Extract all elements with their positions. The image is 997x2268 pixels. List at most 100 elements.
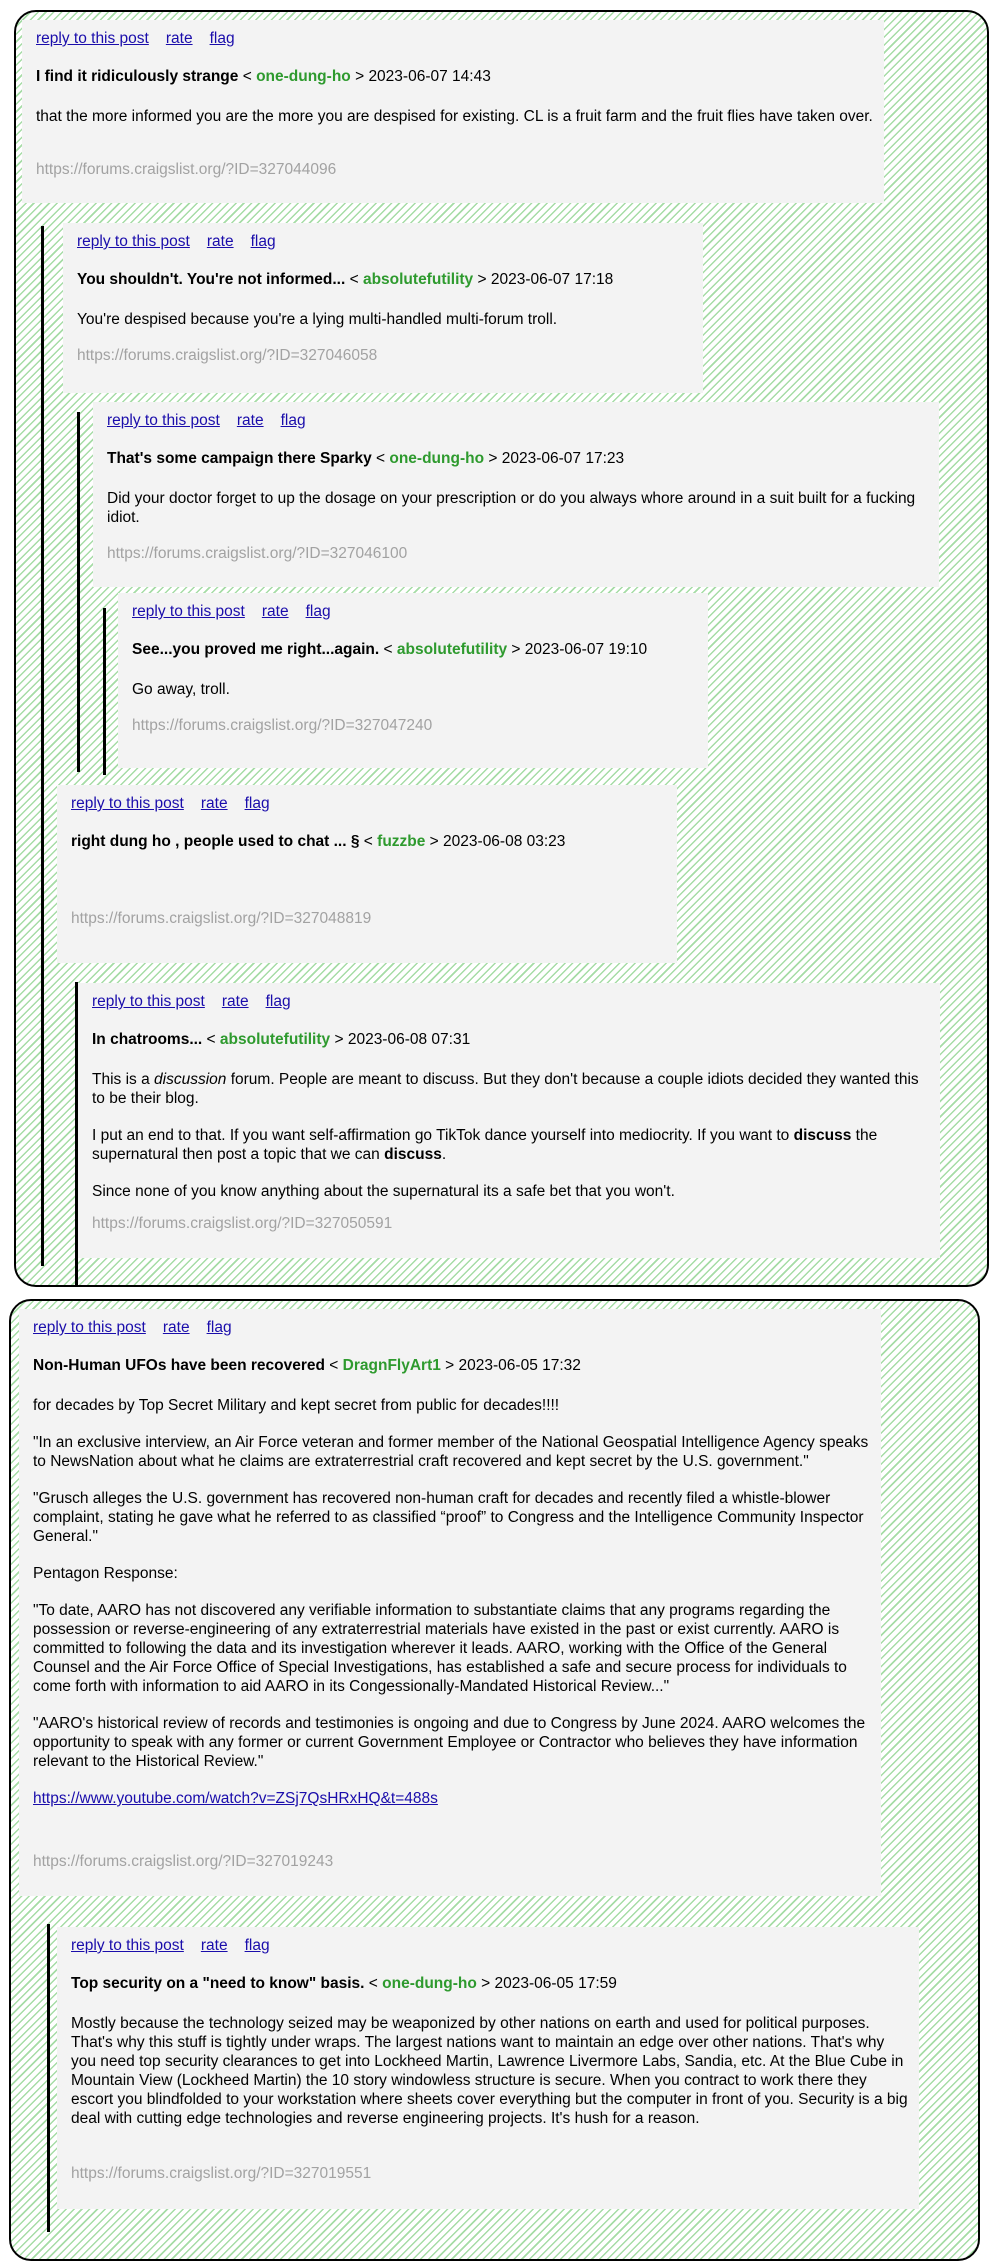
post-actions: reply to this post rate flag [107, 412, 323, 430]
post-header: Non-Human UFOs have been recovered < Dra… [33, 1357, 581, 1374]
post-title: You shouldn't. You're not informed... [77, 271, 346, 288]
post-paragraph: that the more informed you are the more … [36, 108, 873, 125]
post-paragraph: This is a discussion forum. People are m… [92, 1071, 919, 1107]
post: reply to this post rate flag I find it rid… [22, 20, 884, 203]
rate-link[interactable]: rate [222, 993, 249, 1010]
post-header: You shouldn't. You're not informed... < … [77, 271, 614, 288]
post-title: Non-Human UFOs have been recovered [33, 1357, 325, 1374]
post-header: right dung ho , people used to chat ... … [71, 833, 566, 850]
flag-link[interactable]: flag [210, 30, 235, 47]
post-title: That's some campaign there Sparky [107, 450, 372, 467]
post-datetime: 2023-06-05 17:32 [458, 1357, 581, 1374]
external-link[interactable]: https://www.youtube.com/watch?v=ZSj7QsHR… [33, 1790, 438, 1807]
flag-link[interactable]: flag [266, 993, 291, 1010]
post-body: You're despised because you're a lying m… [77, 310, 693, 347]
bold-text: discuss [793, 1127, 852, 1144]
post-url[interactable]: https://forums.craigslist.org/?ID=327019… [33, 1853, 333, 1871]
flag-link[interactable]: flag [251, 233, 276, 250]
post-paragraph: Did your doctor forget to up the dosage … [107, 490, 916, 526]
post-author[interactable]: one-dung-ho [382, 1975, 477, 1992]
post-paragraph: Since none of you know anything about th… [92, 1183, 675, 1200]
post-datetime: 2023-06-07 14:43 [368, 68, 491, 85]
post-paragraph: Go away, troll. [132, 681, 230, 698]
thread-line [103, 608, 106, 775]
post-paragraph: I put an end to that. If you want self-a… [92, 1127, 878, 1163]
post-title: See...you proved me right...again. [132, 641, 380, 658]
post-actions: reply to this post rate flag [92, 993, 308, 1011]
post-url[interactable]: https://forums.craigslist.org/?ID=327047… [132, 717, 432, 735]
post-author[interactable]: fuzzbe [377, 833, 425, 850]
post-header: Top security on a "need to know" basis. … [71, 1975, 617, 1992]
post-header: I find it ridiculously strange < one-dun… [36, 68, 491, 85]
post-url[interactable]: https://forums.craigslist.org/?ID=327046… [77, 347, 377, 365]
post-actions: reply to this post rate flag [71, 1937, 287, 1955]
thread-line [47, 1924, 50, 2232]
post-url[interactable]: https://forums.craigslist.org/?ID=327050… [92, 1215, 392, 1233]
post-author[interactable]: DragnFlyArt1 [343, 1357, 441, 1374]
post-url[interactable]: https://forums.craigslist.org/?ID=327048… [71, 910, 371, 928]
post-datetime: 2023-06-07 17:23 [501, 450, 625, 467]
post-url[interactable]: https://forums.craigslist.org/?ID=327046… [107, 545, 407, 563]
post: reply to this post rate flag right dung ho… [57, 785, 677, 963]
post-body: Did your doctor forget to up the dosage … [107, 489, 929, 545]
post-url[interactable]: https://forums.craigslist.org/?ID=327019… [71, 2165, 371, 2183]
post: reply to this post rate flag That's some c… [93, 402, 939, 587]
post-actions: reply to this post rate flag [33, 1319, 249, 1337]
reply-link[interactable]: reply to this post [71, 1937, 184, 1954]
post-body: Go away, troll. [132, 680, 698, 717]
reply-link[interactable]: reply to this post [77, 233, 190, 250]
reply-link[interactable]: reply to this post [107, 412, 220, 429]
post-title: right dung ho , people used to chat ... … [71, 833, 360, 850]
rate-link[interactable]: rate [262, 603, 289, 620]
post-paragraph: "To date, AARO has not discovered any ve… [33, 1602, 847, 1695]
flag-link[interactable]: flag [245, 1937, 270, 1954]
post-actions: reply to this post rate flag [71, 795, 287, 813]
rate-link[interactable]: rate [237, 412, 264, 429]
post-paragraph: "AARO's historical review of records and… [33, 1715, 866, 1770]
post-paragraph: https://www.youtube.com/watch?v=ZSj7QsHR… [33, 1789, 871, 1808]
post-actions: reply to this post rate flag [132, 603, 348, 621]
rate-link[interactable]: rate [207, 233, 234, 250]
post-datetime: 2023-06-05 17:59 [494, 1975, 617, 1992]
post-paragraph: "Grusch alleges the U.S. government has … [33, 1490, 864, 1545]
reply-link[interactable]: reply to this post [36, 30, 149, 47]
post-paragraph: Mostly because the technology seized may… [71, 2015, 908, 2127]
emphasis: discussion [154, 1071, 227, 1088]
reply-link[interactable]: reply to this post [33, 1319, 146, 1336]
post-title: In chatrooms... [92, 1031, 203, 1048]
post-header: In chatrooms... < absolutefutility > 202… [92, 1031, 471, 1048]
post-datetime: 2023-06-08 07:31 [347, 1031, 471, 1048]
bold-text: discuss [384, 1146, 442, 1163]
post-paragraph: for decades by Top Secret Military and k… [33, 1397, 560, 1414]
post: reply to this post rate flag See...you pro… [118, 593, 708, 768]
reply-link[interactable]: reply to this post [132, 603, 245, 620]
post-author[interactable]: one-dung-ho [389, 450, 484, 467]
post-author[interactable]: absolutefutility [397, 641, 507, 658]
post-author[interactable]: one-dung-ho [256, 68, 351, 85]
rate-link[interactable]: rate [201, 1937, 228, 1954]
post-paragraph: "In an exclusive interview, an Air Force… [33, 1434, 869, 1470]
post-url[interactable]: https://forums.craigslist.org/?ID=327044… [36, 161, 336, 179]
thread-line [41, 226, 44, 1266]
flag-link[interactable]: flag [245, 795, 270, 812]
rate-link[interactable]: rate [201, 795, 228, 812]
reply-link[interactable]: reply to this post [92, 993, 205, 1010]
post-datetime: 2023-06-08 03:23 [443, 833, 566, 850]
rate-link[interactable]: rate [166, 30, 193, 47]
flag-link[interactable]: flag [207, 1319, 232, 1336]
post-body: This is a discussion forum. People are m… [92, 1070, 930, 1219]
rate-link[interactable]: rate [163, 1319, 190, 1336]
post-datetime: 2023-06-07 19:10 [524, 641, 648, 658]
reply-link[interactable]: reply to this post [71, 795, 184, 812]
post-actions: reply to this post rate flag [36, 30, 252, 48]
flag-link[interactable]: flag [281, 412, 306, 429]
post-author[interactable]: absolutefutility [220, 1031, 330, 1048]
post: reply to this post rate flag In chatrooms.… [78, 983, 940, 1258]
post-title: I find it ridiculously strange [36, 68, 239, 85]
post-header: That's some campaign there Sparky < one-… [107, 450, 625, 467]
flag-link[interactable]: flag [306, 603, 331, 620]
post-header: See...you proved me right...again. < abs… [132, 641, 648, 658]
thread-line [77, 412, 80, 772]
post-datetime: 2023-06-07 17:18 [490, 271, 614, 288]
post-author[interactable]: absolutefutility [363, 271, 473, 288]
